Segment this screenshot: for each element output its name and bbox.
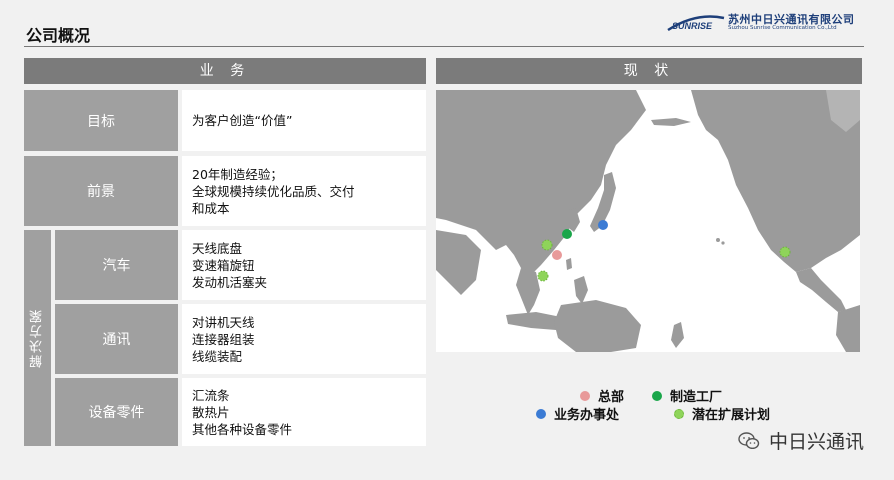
legend-factory-label: 制造工厂 bbox=[670, 390, 723, 405]
australia-landmass bbox=[554, 300, 641, 352]
goal-content: 为客户创造“价值” bbox=[182, 90, 426, 151]
status-header: 现 状 bbox=[436, 58, 862, 84]
automotive-line: 天线底盘 bbox=[192, 240, 243, 256]
automotive-content: 天线底盘 变速箱旋钮 发动机活塞夹 bbox=[182, 230, 426, 300]
telecom-line: 线缆装配 bbox=[192, 348, 243, 364]
legend-expansion-label: 潜在扩展计划 bbox=[692, 408, 771, 423]
legend-office-dot bbox=[536, 408, 546, 419]
hawaii-island bbox=[716, 238, 720, 242]
legend-office: 业务办事处 bbox=[536, 404, 619, 423]
south-america-landmass bbox=[836, 305, 860, 352]
equipment-line: 其他各种设备零件 bbox=[192, 421, 293, 437]
legend-factory: 制造工厂 bbox=[652, 386, 722, 405]
automotive-line: 发动机活塞夹 bbox=[192, 274, 268, 290]
goal-label: 目标 bbox=[24, 90, 178, 151]
legend-office-label: 业务办事处 bbox=[554, 408, 620, 423]
equipment-line: 汇流条 bbox=[192, 387, 230, 403]
equipment-line: 散热片 bbox=[192, 404, 230, 420]
newzealand-landmass bbox=[671, 322, 684, 348]
equipment-parts-content: 汇流条 散热片 其他各种设备零件 bbox=[182, 378, 426, 446]
wechat-account-name: 中日兴通讯 bbox=[768, 431, 864, 453]
legend-factory-dot bbox=[652, 390, 662, 401]
world-map bbox=[436, 90, 860, 352]
goal-line: 为客户创造“价值” bbox=[192, 113, 293, 128]
marker-factory-china bbox=[562, 229, 572, 239]
legend-hq: 总部 bbox=[580, 386, 624, 405]
telecom-content: 对讲机天线 连接器组装 线缆装配 bbox=[182, 304, 426, 374]
marker-office-japan bbox=[598, 220, 608, 230]
legend-expansion: 潜在扩展计划 bbox=[674, 404, 770, 423]
prospect-content: 20年制造经验； 全球规模持续优化品质、交付 和成本 bbox=[182, 156, 426, 226]
telecom-label: 通讯 bbox=[55, 304, 178, 374]
india-landmass bbox=[436, 230, 481, 295]
svg-text:SUNRISE: SUNRISE bbox=[672, 21, 713, 31]
marker-expansion-china bbox=[541, 239, 553, 251]
philippines-landmass bbox=[574, 276, 588, 304]
sunrise-logo-icon: SUNRISE bbox=[667, 15, 725, 32]
marker-hq bbox=[552, 250, 562, 260]
prospect-line: 和成本 bbox=[192, 200, 230, 216]
wechat-watermark: 中日兴通讯 bbox=[737, 427, 864, 454]
automotive-line: 变速箱旋钮 bbox=[192, 257, 255, 273]
equipment-parts-label: 设备零件 bbox=[55, 378, 178, 446]
central-america-landmass bbox=[796, 268, 846, 312]
page-title: 公司概况 bbox=[26, 26, 91, 45]
hawaii-island bbox=[721, 241, 725, 245]
company-logo: SUNRISE 苏州中日兴通讯有限公司 Suzhou Sunrise Commu… bbox=[666, 8, 876, 38]
business-header: 业 务 bbox=[24, 58, 426, 84]
prospect-line: 全球规模持续优化品质、交付 bbox=[192, 183, 355, 199]
legend-expansion-dot bbox=[674, 408, 684, 419]
world-map-svg bbox=[436, 90, 860, 352]
prospect-line: 20年制造经验； bbox=[192, 166, 283, 182]
logo-company-name-en: Suzhou Sunrise Communication Co.,Ltd bbox=[728, 25, 837, 31]
aleutian-islands bbox=[651, 118, 691, 126]
automotive-label: 汽车 bbox=[55, 230, 178, 300]
prospect-label: 前景 bbox=[24, 156, 178, 226]
taiwan-landmass bbox=[566, 258, 572, 270]
legend-hq-dot bbox=[580, 390, 590, 401]
telecom-line: 连接器组装 bbox=[192, 331, 255, 347]
telecom-line: 对讲机天线 bbox=[192, 314, 255, 330]
sea-peninsula bbox=[516, 268, 540, 315]
wechat-icon bbox=[738, 431, 760, 449]
legend-hq-label: 总部 bbox=[598, 390, 625, 405]
marker-expansion-mexico bbox=[779, 246, 791, 258]
title-divider bbox=[24, 46, 864, 47]
solutions-label: 解决方案 bbox=[24, 230, 51, 446]
marker-expansion-sea bbox=[537, 270, 549, 282]
